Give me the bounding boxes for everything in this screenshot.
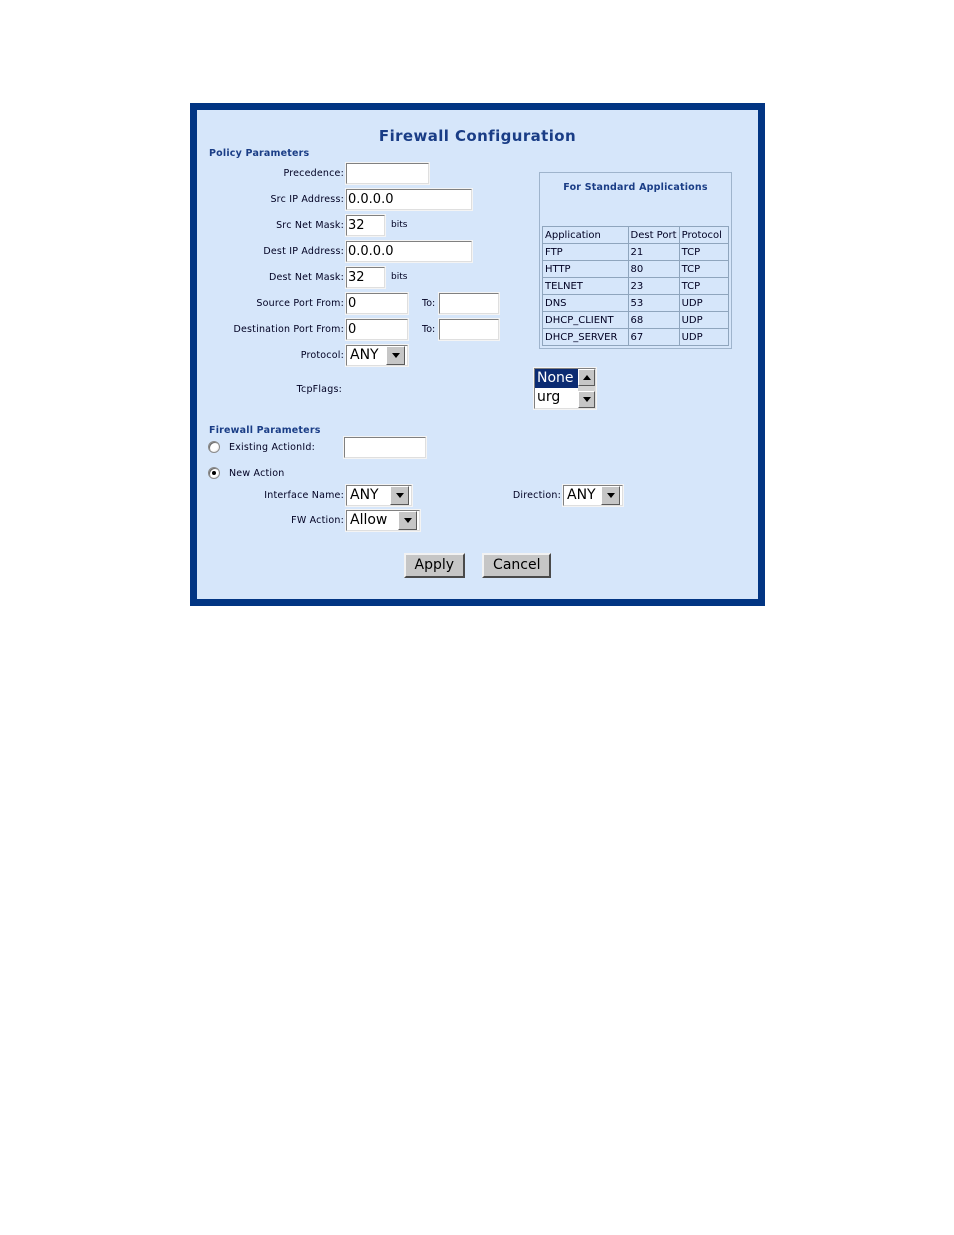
src-net-mask-units: bits: [391, 220, 408, 230]
standard-applications-caption: For Standard Applications: [563, 182, 708, 193]
dest-ip-label: Dest IP Address:: [263, 245, 344, 257]
dest-net-mask-row: Dest Net Mask: 32 bits: [197, 265, 447, 289]
tcpflags-label: TcpFlags:: [296, 383, 342, 395]
src-ip-input[interactable]: 0.0.0.0: [345, 187, 473, 211]
tcpflags-row: TcpFlags:: [197, 378, 344, 400]
cell-dest-port: 53: [627, 294, 680, 312]
protocol-selected-value: ANY: [350, 347, 379, 363]
fw-action-label: FW Action:: [291, 514, 344, 526]
destination-port-from-input[interactable]: 0: [345, 317, 409, 341]
destination-port-label: Destination Port From:: [233, 323, 344, 335]
cell-application: FTP: [542, 243, 629, 261]
source-port-from-input[interactable]: 0: [345, 291, 409, 315]
fw-action-select[interactable]: Allow: [345, 508, 421, 532]
interface-name-selected-value: ANY: [350, 487, 379, 503]
direction-row: Direction: ANY: [503, 483, 633, 507]
dest-net-mask-input[interactable]: 32: [345, 265, 386, 289]
cell-protocol: TCP: [678, 243, 730, 261]
destination-port-to-label: To:: [422, 323, 436, 335]
table-row: DNS 53 UDP: [542, 294, 730, 312]
source-port-to-label: To:: [422, 297, 436, 309]
src-net-mask-input[interactable]: 32: [345, 213, 386, 237]
source-port-label: Source Port From:: [256, 297, 344, 309]
new-action-label: New Action: [229, 467, 285, 479]
existing-action-row: Existing ActionId:: [208, 441, 315, 453]
src-ip-row: Src IP Address: 0.0.0.0: [197, 187, 473, 211]
cell-protocol: UDP: [678, 294, 730, 312]
destination-port-to-input[interactable]: [438, 317, 501, 341]
interface-name-label: Interface Name:: [264, 489, 344, 501]
new-action-row: New Action: [208, 467, 285, 479]
table-row: DHCP_SERVER 67 UDP: [542, 328, 730, 346]
cell-dest-port: 80: [627, 260, 680, 278]
cell-application: TELNET: [542, 277, 629, 295]
cell-protocol: UDP: [678, 311, 730, 329]
existing-action-label: Existing ActionId:: [229, 441, 316, 453]
apply-button[interactable]: Apply: [403, 553, 466, 579]
chevron-down-icon[interactable]: [386, 345, 405, 365]
table-row: HTTP 80 TCP: [542, 260, 730, 278]
src-net-mask-label: Src Net Mask:: [276, 219, 344, 231]
cell-application: DNS: [542, 294, 629, 312]
cell-dest-port: 21: [627, 243, 680, 261]
cell-application: DHCP_SERVER: [542, 328, 629, 346]
cell-protocol: UDP: [678, 328, 730, 346]
fw-action-selected-value: Allow: [350, 512, 388, 528]
cancel-button[interactable]: Cancel: [482, 553, 552, 579]
page-title: Firewall Configuration: [378, 127, 577, 145]
direction-label: Direction:: [512, 489, 561, 501]
interface-name-row: Interface Name: ANY: [197, 483, 447, 507]
policy-parameters-heading: Policy Parameters: [209, 148, 310, 159]
existing-action-id-input[interactable]: [343, 436, 427, 459]
interface-name-select[interactable]: ANY: [345, 483, 413, 507]
cell-application: HTTP: [542, 260, 629, 278]
standard-applications-table: Application Dest Port Protocol FTP 21 TCP H…: [542, 226, 730, 346]
cell-dest-port: 67: [627, 328, 680, 346]
direction-selected-value: ANY: [567, 487, 596, 503]
table-row: FTP 21 TCP: [542, 243, 730, 261]
dest-ip-input[interactable]: 0.0.0.0: [345, 239, 473, 263]
standard-applications-box: For Standard Applications Application De…: [539, 172, 732, 349]
tcpflags-scrollbar[interactable]: [578, 369, 595, 408]
table-header-row: Application Dest Port Protocol: [542, 226, 730, 244]
column-header-application: Application: [542, 226, 629, 244]
direction-select[interactable]: ANY: [562, 483, 624, 507]
standard-applications-body: FTP 21 TCP HTTP 80 TCP TELNET 23 TCP DNS 53 UDP DHCP…: [542, 243, 730, 346]
column-header-protocol: Protocol: [678, 226, 730, 244]
new-action-radio[interactable]: [208, 467, 220, 479]
dest-net-mask-label: Dest Net Mask:: [268, 271, 344, 283]
src-ip-label: Src IP Address:: [270, 193, 344, 205]
source-port-row: Source Port From: 0 To:: [197, 291, 507, 315]
scroll-down-icon[interactable]: [578, 391, 595, 408]
cell-protocol: TCP: [678, 277, 730, 295]
protocol-select[interactable]: ANY: [345, 343, 409, 367]
source-port-to-input[interactable]: [438, 291, 501, 315]
fw-action-row: FW Action: Allow: [197, 508, 447, 532]
cell-protocol: TCP: [678, 260, 730, 278]
button-bar: Apply Cancel: [197, 553, 758, 579]
firewall-parameters-heading: Firewall Parameters: [209, 425, 321, 436]
column-header-dest-port: Dest Port: [627, 226, 680, 244]
firewall-configuration-panel: Firewall Configuration Policy Parameters…: [190, 103, 765, 606]
table-row: DHCP_CLIENT 68 UDP: [542, 311, 730, 329]
dest-net-mask-units: bits: [391, 272, 408, 282]
chevron-down-icon[interactable]: [398, 510, 417, 530]
chevron-down-icon[interactable]: [390, 485, 409, 505]
existing-action-radio[interactable]: [208, 441, 220, 453]
dest-ip-row: Dest IP Address: 0.0.0.0: [197, 239, 473, 263]
chevron-down-icon[interactable]: [601, 485, 620, 505]
src-net-mask-row: Src Net Mask: 32 bits: [197, 213, 447, 237]
tcpflags-listbox[interactable]: None urg: [533, 367, 597, 410]
cell-application: DHCP_CLIENT: [542, 311, 629, 329]
precedence-label: Precedence:: [283, 167, 344, 179]
destination-port-row: Destination Port From: 0 To:: [197, 317, 507, 341]
table-row: TELNET 23 TCP: [542, 277, 730, 295]
cell-dest-port: 68: [627, 311, 680, 329]
cell-dest-port: 23: [627, 277, 680, 295]
scroll-up-icon[interactable]: [578, 369, 595, 386]
precedence-input[interactable]: [345, 161, 430, 185]
precedence-row: Precedence:: [197, 161, 437, 185]
protocol-row: Protocol: ANY: [197, 343, 447, 367]
protocol-label: Protocol:: [300, 349, 344, 361]
